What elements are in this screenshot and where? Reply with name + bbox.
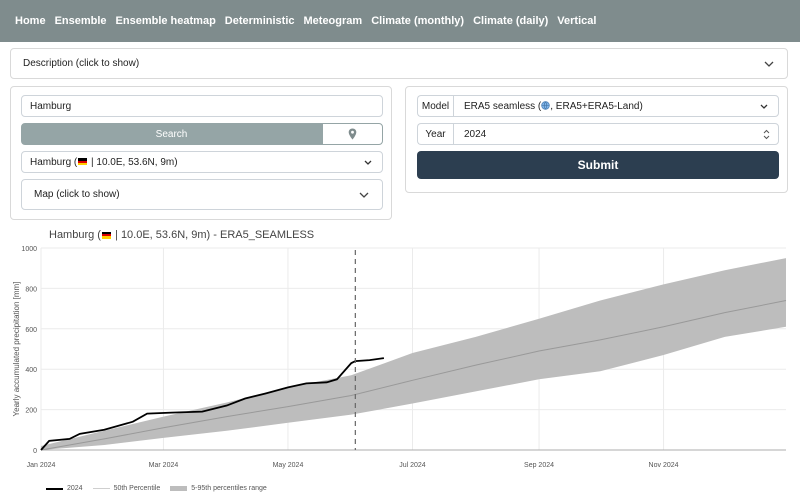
- percentile-band-area: [41, 258, 786, 450]
- precipitation-chart: 0 200 400 600 800 1000 Jan 2024 Mar 2024 May 202…: [12, 246, 787, 469]
- y-tick-label: 0: [33, 448, 37, 455]
- y-tick-label: 800: [25, 286, 37, 293]
- x-tick-label: May 2024: [273, 462, 304, 469]
- model-settings-panel: Model ERA5 seamless (, ERA5+ERA5-Land) Y…: [405, 86, 788, 193]
- map-pin-icon: [348, 128, 357, 140]
- nav-link-climate-monthly[interactable]: Climate (monthly): [371, 15, 464, 27]
- top-navbar: Home Ensemble Ensemble heatmap Deterministi…: [0, 0, 800, 42]
- legend-label: 2024: [67, 485, 83, 492]
- map-toggle[interactable]: Map (click to show): [21, 179, 383, 210]
- location-select[interactable]: Hamburg ( | 10.0E, 53.6N, 9m): [21, 151, 383, 173]
- model-label: Model: [417, 95, 453, 117]
- legend-label: 50th Percentile: [113, 485, 161, 492]
- nav-link-meteogram[interactable]: Meteogram: [304, 15, 363, 27]
- year-label: Year: [417, 123, 453, 145]
- year-value: 2024: [464, 128, 487, 140]
- legend-item[interactable]: 5-95th percentiles range: [170, 485, 267, 492]
- nav-link-ensemble[interactable]: Ensemble: [55, 15, 107, 27]
- y-tick-label: 600: [25, 327, 37, 334]
- location-search-input[interactable]: Hamburg: [21, 95, 383, 117]
- location-select-value: Hamburg ( | 10.0E, 53.6N, 9m): [30, 156, 178, 168]
- nav-link-vertical[interactable]: Vertical: [557, 15, 596, 27]
- description-toggle[interactable]: Description (click to show): [10, 48, 788, 79]
- submit-button[interactable]: Submit: [417, 151, 779, 179]
- nav-link-deterministic[interactable]: Deterministic: [225, 15, 295, 27]
- nav-link-ensemble-heatmap[interactable]: Ensemble heatmap: [116, 15, 216, 27]
- location-panel: Hamburg Search Hamburg ( | 10.0E, 53.6N,…: [10, 86, 392, 220]
- percentile-band-swatch: [170, 486, 188, 491]
- germany-flag-icon: [78, 158, 88, 166]
- current-year-swatch: [46, 487, 63, 490]
- model-select[interactable]: ERA5 seamless (, ERA5+ERA5-Land): [453, 95, 779, 117]
- map-toggle-label: Map (click to show): [34, 189, 120, 200]
- median-swatch: [92, 488, 110, 489]
- search-button[interactable]: Search: [21, 123, 322, 145]
- legend-item[interactable]: 50th Percentile: [92, 485, 161, 492]
- chart-legend: 2024 50th Percentile 5-95th percentiles ra…: [46, 485, 277, 492]
- y-tick-label: 400: [25, 367, 37, 374]
- legend-label: 5-95th percentiles range: [191, 485, 267, 492]
- chevron-down-icon: [764, 61, 774, 67]
- description-label: Description (click to show): [23, 58, 140, 69]
- x-tick-label: Sep 2024: [524, 462, 554, 469]
- germany-flag-icon: [101, 231, 111, 239]
- y-axis-label: Yearly accumulated precipitation [mm]: [12, 282, 21, 417]
- globe-icon: [541, 101, 550, 111]
- model-select-value: ERA5 seamless (, ERA5+ERA5-Land): [464, 100, 643, 112]
- year-row: Year 2024: [417, 123, 779, 145]
- stepper-arrows-icon[interactable]: [763, 129, 770, 140]
- x-tick-label: Nov 2024: [649, 462, 679, 469]
- geolocate-button[interactable]: [322, 123, 383, 145]
- nav-link-home[interactable]: Home: [15, 15, 46, 27]
- nav-link-climate-daily[interactable]: Climate (daily): [473, 15, 548, 27]
- x-tick-label: Mar 2024: [149, 462, 179, 469]
- y-tick-label: 200: [25, 408, 37, 415]
- x-tick-label: Jul 2024: [399, 462, 426, 469]
- chevron-down-icon: [364, 160, 372, 165]
- model-row: Model ERA5 seamless (, ERA5+ERA5-Land): [417, 95, 779, 117]
- chevron-down-icon: [359, 192, 369, 198]
- legend-item[interactable]: 2024: [46, 485, 83, 492]
- x-tick-label: Jan 2024: [27, 462, 56, 469]
- y-tick-label: 1000: [21, 246, 37, 253]
- year-input[interactable]: 2024: [453, 123, 779, 145]
- chevron-down-icon: [760, 104, 768, 109]
